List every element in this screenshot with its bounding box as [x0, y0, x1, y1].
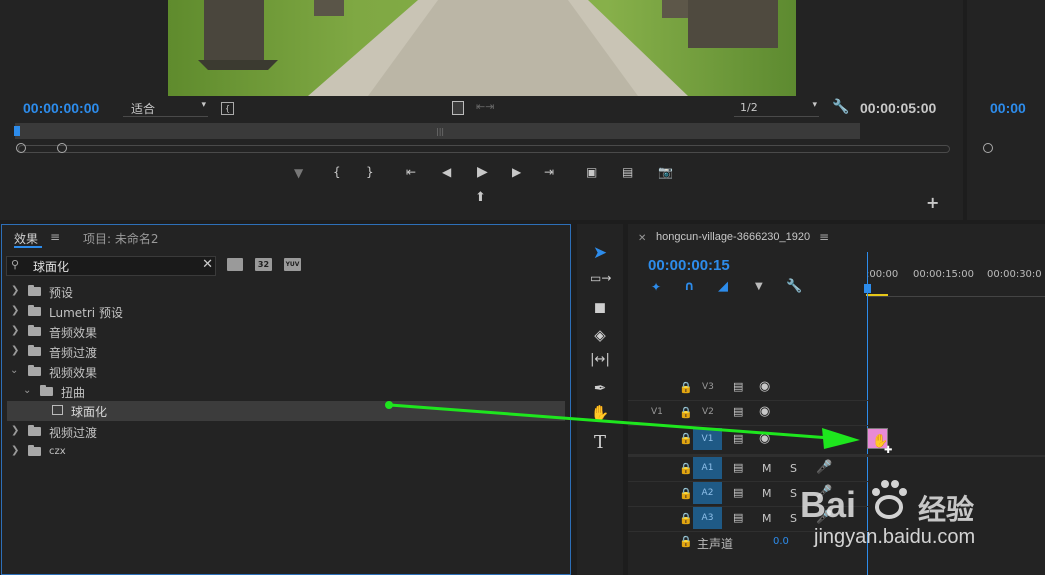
baidu-watermark: Bai 经验 jingyan.baidu.com: [800, 470, 1040, 550]
baidu-paw-icon: [872, 480, 907, 519]
watermark-brand: Bai: [800, 484, 857, 525]
watermark-url: jingyan.baidu.com: [814, 526, 976, 548]
watermark-brand2: 经验: [918, 493, 975, 526]
